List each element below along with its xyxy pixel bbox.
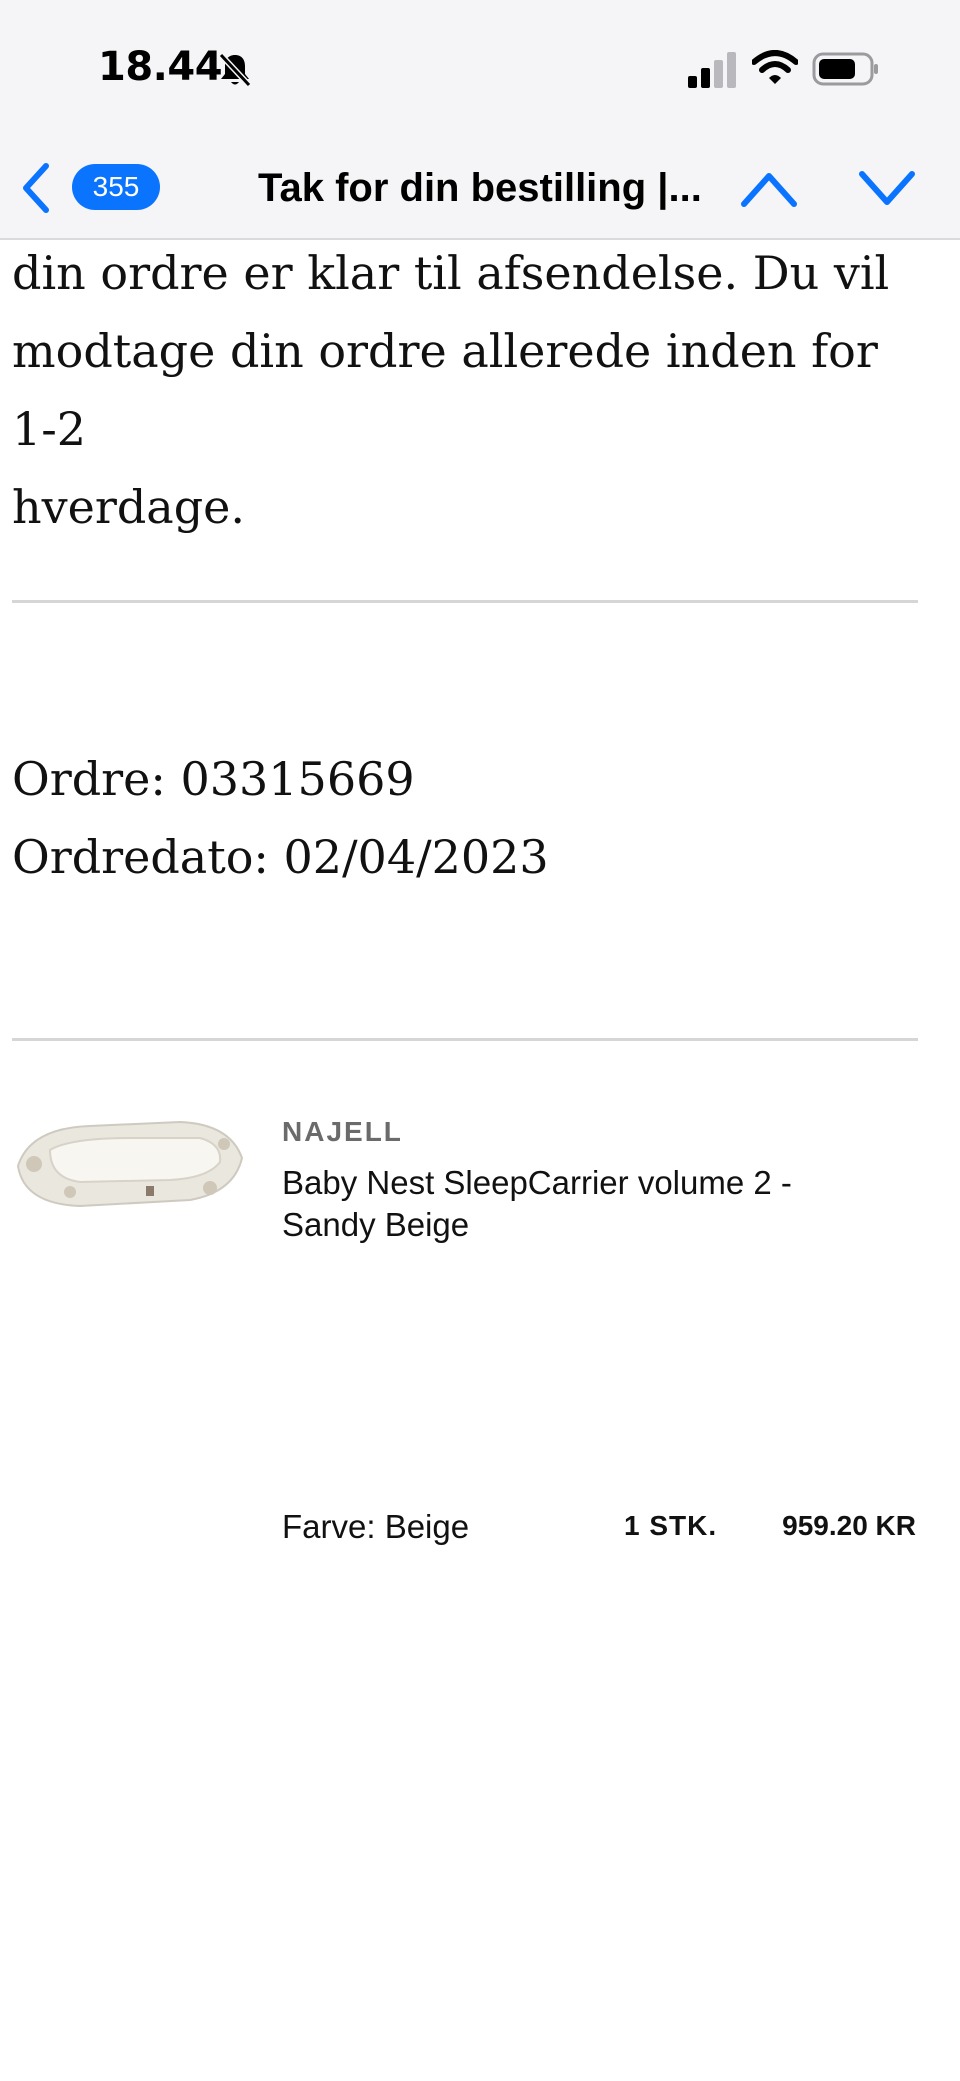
product-image-baby-nest[interactable] [10, 1108, 248, 1218]
divider [12, 600, 918, 603]
intro-paragraph: din ordre er klar til afsendelse. Du vil… [12, 242, 912, 546]
order-date: Ordredato: 02/04/2023 [12, 830, 549, 884]
bell-slash-icon [218, 52, 252, 88]
status-bar: 18.44 [0, 0, 960, 140]
mail-navigation-bar: 355 Tak for din bestilling |... [0, 140, 960, 240]
chevron-left-icon[interactable] [18, 162, 54, 214]
chevron-down-icon[interactable] [858, 166, 916, 210]
product-name[interactable]: Baby Nest SleepCarrier volume 2 - Sandy … [282, 1162, 922, 1246]
email-body[interactable]: din ordre er klar til afsendelse. Du vil… [0, 242, 960, 1878]
product-name-line: Sandy Beige [282, 1206, 470, 1243]
product-price: 959.20 KR [782, 1510, 916, 1541]
battery-icon [812, 52, 878, 86]
status-time: 18.44 [98, 44, 223, 90]
intro-line: din ordre er klar til afsendelse. Du vil [12, 246, 890, 300]
chevron-up-icon[interactable] [740, 166, 798, 210]
order-number: Ordre: 03315669 [12, 752, 415, 806]
product-color: Farve: Beige [282, 1508, 470, 1545]
signal-icon [688, 52, 736, 88]
product-brand: NAJELL [282, 1116, 403, 1147]
intro-line: modtage din ordre allerede inden for 1-2 [12, 324, 878, 456]
product-quantity: 1 STK. [624, 1510, 718, 1541]
wifi-icon [752, 50, 798, 84]
divider [12, 1038, 918, 1041]
product-name-line: Baby Nest SleepCarrier volume 2 - [282, 1164, 792, 1201]
intro-line: hverdage. [12, 480, 245, 534]
email-subject-title: Tak for din bestilling |... [258, 166, 702, 210]
unread-count-badge[interactable]: 355 [72, 164, 160, 210]
